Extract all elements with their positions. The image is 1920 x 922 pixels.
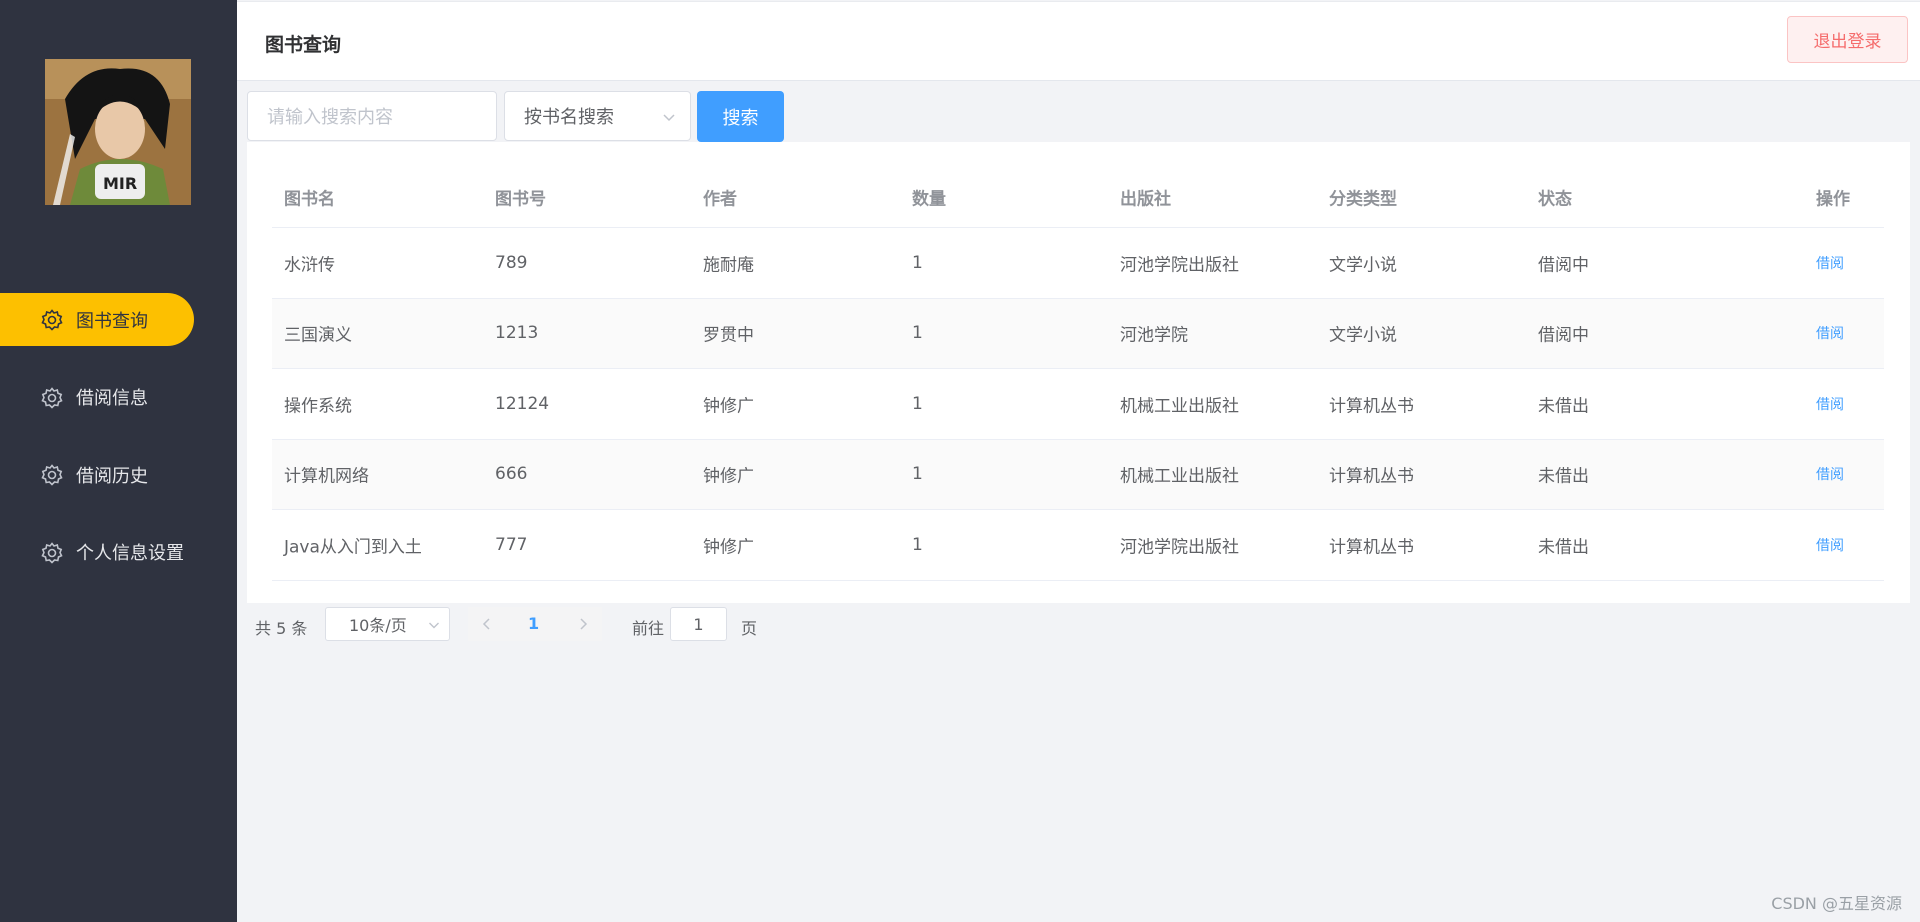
logout-button[interactable]: 退出登录 — [1787, 16, 1908, 63]
cell-status: 未借出 — [1538, 396, 1589, 417]
search-type-select[interactable]: 按书名搜索 — [504, 91, 691, 141]
table-header: 图书名 图书号 作者 数量 出版社 分类类型 状态 操作 — [272, 166, 1884, 228]
search-button[interactable]: 搜索 — [697, 91, 784, 142]
book-table: 图书名 图书号 作者 数量 出版社 分类类型 状态 操作 水浒传 789 施耐庵… — [272, 166, 1884, 581]
cell-category: 计算机丛书 — [1329, 396, 1414, 417]
cell-book-name: 操作系统 — [284, 396, 352, 417]
column-header: 图书名 — [284, 189, 335, 209]
cell-status: 未借出 — [1538, 537, 1589, 558]
cell-book-name: 水浒传 — [284, 255, 335, 276]
pagination-total: 共 5 条 — [255, 619, 308, 638]
gear-icon — [41, 386, 63, 409]
page-title: 图书查询 — [265, 34, 342, 56]
cell-category: 文学小说 — [1329, 255, 1397, 276]
cell-author: 罗贯中 — [703, 325, 754, 346]
cell-author: 施耐庵 — [703, 255, 754, 276]
sidebar-item-book-search[interactable]: 图书查询 — [0, 293, 194, 346]
page-number-current[interactable]: 1 — [528, 614, 539, 633]
cell-quantity: 1 — [912, 252, 923, 273]
cell-author: 钟修广 — [703, 396, 754, 417]
sidebar-item-label: 借阅历史 — [76, 465, 148, 487]
sidebar: MIR 图书查询 借阅信息 借阅历史 个人信息设置 — [0, 0, 237, 922]
sidebar-nav: 图书查询 借阅信息 借阅历史 个人信息设置 — [0, 293, 237, 603]
column-header: 作者 — [703, 189, 737, 209]
cell-quantity: 1 — [912, 393, 923, 414]
search-type-value: 按书名搜索 — [524, 107, 614, 128]
cell-publisher: 机械工业出版社 — [1120, 466, 1239, 487]
borrow-link[interactable]: 借阅 — [1816, 253, 1844, 273]
cell-quantity: 1 — [912, 534, 923, 555]
borrow-link[interactable]: 借阅 — [1816, 464, 1844, 484]
page-size-select[interactable]: 10条/页 — [325, 607, 450, 641]
chevron-right-icon[interactable] — [576, 617, 590, 631]
cell-book-id: 777 — [495, 534, 528, 555]
sidebar-item-label: 图书查询 — [76, 310, 148, 332]
svg-text:MIR: MIR — [103, 174, 137, 193]
table-row: 三国演义 1213 罗贯中 1 河池学院 文学小说 借阅中 借阅 — [272, 298, 1884, 369]
cell-publisher: 河池学院出版社 — [1120, 255, 1239, 276]
cell-publisher: 河池学院出版社 — [1120, 537, 1239, 558]
borrow-link[interactable]: 借阅 — [1816, 323, 1844, 343]
sidebar-item-label: 借阅信息 — [76, 388, 148, 409]
table-row: Java从入门到入土 777 钟修广 1 河池学院出版社 计算机丛书 未借出 借… — [272, 510, 1884, 581]
chevron-down-icon — [429, 622, 439, 629]
chevron-left-icon[interactable] — [480, 617, 494, 631]
gear-icon — [41, 464, 63, 486]
gear-icon — [41, 309, 63, 331]
cell-category: 计算机丛书 — [1329, 466, 1414, 487]
cell-publisher: 机械工业出版社 — [1120, 396, 1239, 417]
cell-publisher: 河池学院 — [1120, 325, 1188, 346]
gear-icon — [41, 541, 63, 564]
borrow-link[interactable]: 借阅 — [1816, 394, 1844, 414]
goto-label: 前往 — [632, 619, 665, 638]
main-content: 图书查询 退出登录 请输入搜索内容 按书名搜索 搜索 图书名 图书号 作者 数量… — [237, 0, 1920, 922]
cell-book-id: 1213 — [495, 323, 539, 344]
cell-category: 计算机丛书 — [1329, 537, 1414, 558]
watermark: CSDN @五星资源 — [1771, 894, 1902, 913]
book-table-panel: 图书名 图书号 作者 数量 出版社 分类类型 状态 操作 水浒传 789 施耐庵… — [247, 142, 1910, 603]
sidebar-item-profile-settings[interactable]: 个人信息设置 — [0, 526, 237, 579]
cell-category: 文学小说 — [1329, 325, 1397, 346]
cell-quantity: 1 — [912, 464, 923, 485]
cell-book-name: Java从入门到入土 — [284, 537, 422, 558]
cell-book-id: 12124 — [495, 393, 550, 414]
cell-book-name: 三国演义 — [284, 325, 352, 346]
table-row: 操作系统 12124 钟修广 1 机械工业出版社 计算机丛书 未借出 借阅 — [272, 369, 1884, 440]
column-header: 数量 — [912, 189, 946, 209]
avatar: MIR — [45, 59, 191, 205]
cell-book-id: 789 — [495, 252, 528, 273]
cell-author: 钟修广 — [703, 466, 754, 487]
cell-status: 借阅中 — [1538, 325, 1589, 346]
search-input[interactable]: 请输入搜索内容 — [247, 91, 497, 141]
borrow-link[interactable]: 借阅 — [1816, 535, 1844, 555]
column-header: 操作 — [1816, 189, 1850, 209]
sidebar-item-label: 个人信息设置 — [76, 543, 184, 564]
cell-status: 借阅中 — [1538, 255, 1589, 276]
header: 图书查询 退出登录 — [237, 1, 1920, 81]
chevron-down-icon — [663, 114, 675, 122]
column-header: 图书号 — [495, 189, 546, 209]
sidebar-item-borrow-history[interactable]: 借阅历史 — [0, 448, 237, 501]
column-header: 状态 — [1538, 189, 1572, 209]
cell-status: 未借出 — [1538, 466, 1589, 487]
sidebar-item-borrow-info[interactable]: 借阅信息 — [0, 371, 237, 424]
column-header: 出版社 — [1120, 189, 1171, 209]
page-size-value: 10条/页 — [349, 616, 407, 635]
cell-quantity: 1 — [912, 323, 923, 344]
table-row: 水浒传 789 施耐庵 1 河池学院出版社 文学小说 借阅中 借阅 — [272, 228, 1884, 299]
cell-book-id: 666 — [495, 464, 528, 485]
table-row: 计算机网络 666 钟修广 1 机械工业出版社 计算机丛书 未借出 借阅 — [272, 439, 1884, 510]
page-jump-input[interactable]: 1 — [670, 607, 727, 641]
column-header: 分类类型 — [1329, 189, 1397, 209]
pager: 1 — [468, 607, 602, 641]
cell-author: 钟修广 — [703, 537, 754, 558]
page-suffix-label: 页 — [741, 619, 758, 638]
cell-book-name: 计算机网络 — [284, 466, 369, 487]
